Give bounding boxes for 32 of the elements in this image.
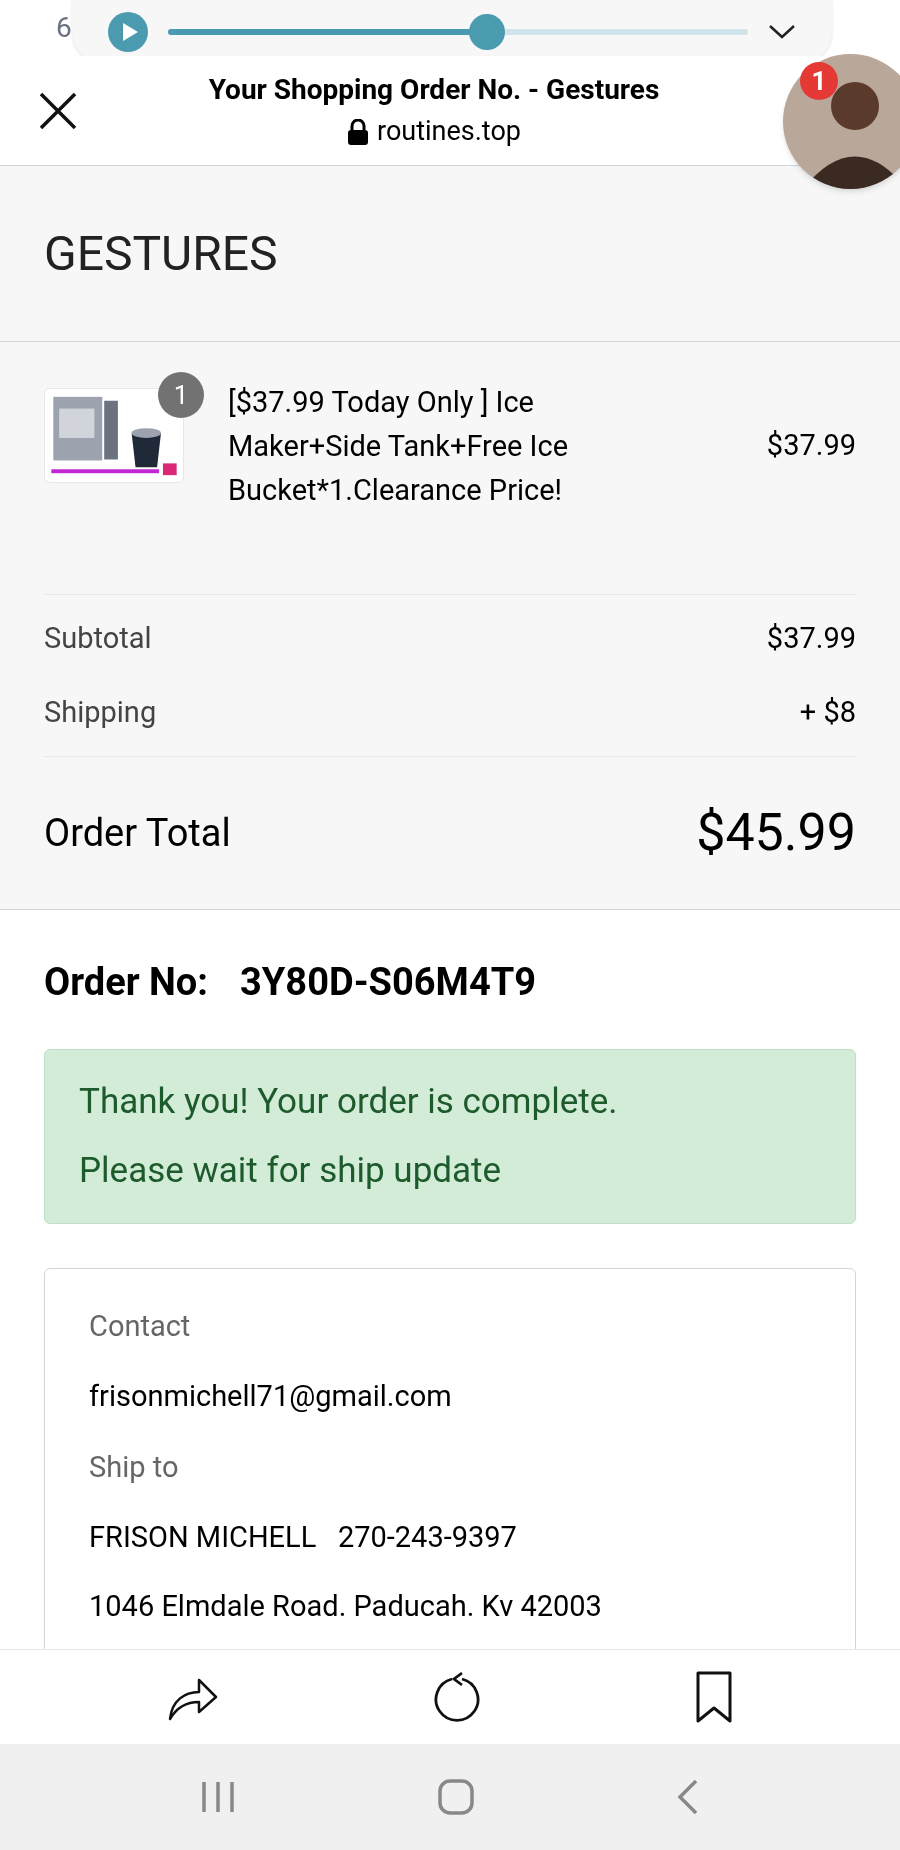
quantity-badge: 1 bbox=[158, 372, 204, 418]
page-url: routines.top bbox=[377, 114, 521, 150]
notice-text: Thank you! Your order is complete. bbox=[79, 1080, 619, 1124]
page-title: Your Shopping Order No. - Gestures bbox=[208, 72, 660, 109]
detail-text: FRISON MICHELL 270-243-9397 bbox=[89, 1518, 518, 1556]
summary-value: + $8 bbox=[799, 693, 856, 731]
detail-text: frisonmichell71@gmail.com bbox=[89, 1377, 453, 1415]
summary-label: Shipping bbox=[44, 693, 157, 731]
notice-text: Please wait for ship update bbox=[79, 1148, 503, 1193]
store-name: GESTURES bbox=[44, 223, 278, 284]
order-number: 3Y80D-S06M4T9 bbox=[240, 959, 537, 1006]
product-price: $37.99 bbox=[766, 427, 856, 465]
home-icon[interactable] bbox=[438, 1779, 474, 1815]
total-value: $45.99 bbox=[696, 801, 856, 865]
chevron-down-icon[interactable] bbox=[768, 24, 796, 40]
back-icon[interactable] bbox=[676, 1779, 699, 1815]
order-number-label: Order No: bbox=[44, 959, 208, 1006]
progress-thumb[interactable] bbox=[469, 14, 505, 50]
bookmark-icon[interactable] bbox=[695, 1670, 734, 1724]
section-heading: Contact bbox=[89, 1308, 192, 1345]
detail-text: 1046 Elmdale Road. Paducah. Kv 42003 bbox=[89, 1588, 603, 1625]
recent-apps-icon[interactable] bbox=[201, 1780, 236, 1814]
close-icon[interactable] bbox=[38, 90, 78, 131]
section-heading: Ship to bbox=[89, 1449, 180, 1486]
summary-label: Subtotal bbox=[44, 620, 152, 657]
play-icon[interactable] bbox=[108, 12, 148, 52]
total-label: Order Total bbox=[44, 809, 231, 857]
refresh-icon[interactable] bbox=[432, 1671, 482, 1723]
product-name: [$37.99 Today Only ] Ice Maker+Side Tank+Free Ice Bucket*1.Clearance Price! bbox=[228, 384, 570, 509]
lock-icon bbox=[347, 118, 369, 145]
status-time: 6 bbox=[56, 10, 72, 46]
summary-value: $37.99 bbox=[766, 620, 856, 657]
